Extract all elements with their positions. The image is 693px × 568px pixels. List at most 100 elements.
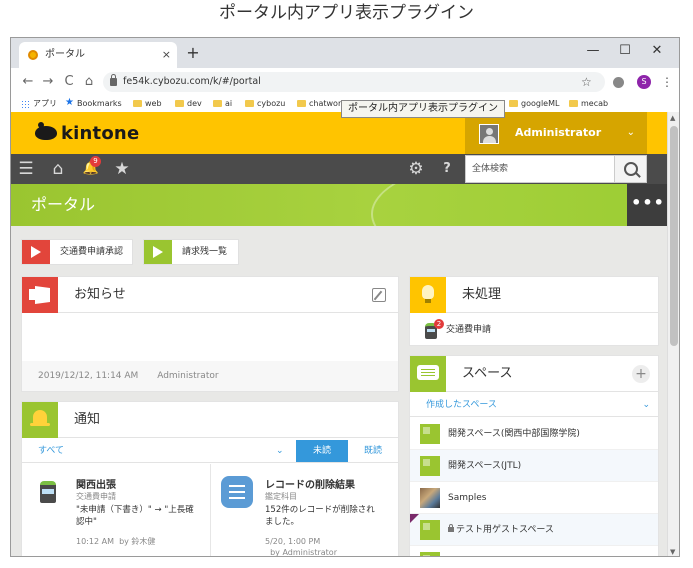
scroll-down-icon[interactable]: ▼ (670, 548, 675, 556)
notifications-filter: すべて ⌄ 未読 既読 (22, 439, 398, 463)
kintone-logo-icon (35, 122, 57, 140)
notice-footer: 2019/12/12, 11:14 AM Administrator (22, 361, 398, 391)
global-nav: ☰ ⌂ 🔔 9 ★ ⚙ ? 全体検索 (11, 154, 669, 184)
extension-icon[interactable] (613, 77, 624, 88)
apps-grid-icon (21, 100, 29, 108)
app-button-billing-list[interactable]: 請求残一覧 (143, 239, 239, 265)
space-item-guest[interactable]: テスト用ゲストスペース (410, 514, 658, 546)
bookmark-apps[interactable]: アプリ (21, 96, 57, 112)
back-icon[interactable]: ← (19, 68, 37, 96)
spaces-filter[interactable]: 作成したスペース ⌄ (410, 393, 658, 417)
tab-title: ポータル (45, 49, 85, 60)
add-space-button[interactable]: + (632, 365, 650, 383)
browser-toolbar: ← → C ⌂ fe54k.cybozu.com/k/#/portal ☆ S … (11, 68, 679, 96)
folder-icon (213, 100, 222, 107)
help-icon[interactable]: ? (436, 154, 458, 184)
folder-icon (569, 100, 578, 107)
edit-icon[interactable] (372, 288, 386, 302)
bookmark-folder[interactable]: chatwork (297, 96, 346, 112)
folder-icon (133, 100, 142, 107)
todo-item-travel[interactable]: 2 交通費申請 (424, 319, 491, 339)
portal-banner: ポータル ••• (11, 184, 669, 226)
scrollbar-thumb[interactable] (670, 126, 678, 346)
bookmark-bookmarks[interactable]: ★ Bookmarks (65, 96, 122, 112)
space-item[interactable] (410, 546, 658, 556)
space-thumbnail (420, 552, 440, 556)
close-window-icon[interactable]: ✕ (641, 40, 673, 64)
space-item[interactable]: Samples (410, 482, 658, 514)
bookmark-folder[interactable]: mecab (569, 96, 608, 112)
bookmark-folder[interactable]: cybozu (245, 96, 285, 112)
filter-dropdown[interactable]: すべて (38, 439, 64, 463)
minimize-icon[interactable]: — (577, 40, 609, 64)
browser-menu-icon[interactable]: ⋮ (661, 68, 673, 96)
notification-item[interactable]: レコードの削除結果 鑑定科目 152件のレコードが削除されました。 5/20, … (211, 464, 400, 556)
scroll-up-icon[interactable]: ▲ (670, 114, 675, 122)
read-tab[interactable]: 既読 (348, 440, 398, 462)
kintone-logo[interactable]: kintone (35, 122, 139, 144)
todo-count-badge: 2 (434, 319, 444, 329)
space-speech-icon (410, 356, 446, 392)
megaphone-icon (22, 277, 58, 313)
play-icon (22, 240, 50, 264)
notification-badge: 9 (90, 156, 101, 167)
search-icon[interactable] (615, 155, 647, 183)
browser-tab[interactable]: ポータル × (19, 42, 177, 68)
kintone-portal-page: kintone Administrator ⌄ ☰ ⌂ 🔔 9 ★ ⚙ ? 全体… (11, 112, 669, 556)
lock-icon (110, 74, 117, 86)
profile-avatar[interactable]: S (637, 75, 651, 89)
tab-close-icon[interactable]: × (162, 42, 171, 68)
play-icon (144, 240, 172, 264)
tooltip: ポータル内アプリ表示プラグイン (341, 100, 505, 118)
bookmark-folder[interactable]: web (133, 96, 162, 112)
browser-titlebar: ポータル × + — ☐ ✕ (11, 38, 679, 68)
chevron-down-icon: ⌄ (642, 400, 650, 410)
banner-decoration (371, 184, 669, 226)
maximize-icon[interactable]: ☐ (609, 40, 641, 64)
folder-icon (509, 100, 518, 107)
notification-item[interactable]: 関西出張 交通費申請 "未申請（下書き）" → "上長確認中" 10:12 AM… (22, 464, 210, 556)
url-text: fe54k.cybozu.com/k/#/portal (123, 76, 261, 87)
address-bar[interactable]: fe54k.cybozu.com/k/#/portal (103, 72, 605, 92)
notice-author: Administrator (157, 371, 219, 381)
notifications-header: 通知 (22, 402, 398, 438)
forward-icon[interactable]: → (39, 68, 57, 96)
menu-icon[interactable]: ☰ (15, 154, 37, 184)
home-icon[interactable]: ⌂ (80, 68, 98, 96)
favorites-star-icon[interactable]: ★ (111, 154, 133, 184)
star-icon: ★ (65, 97, 74, 108)
user-name: Administrator (515, 126, 602, 139)
figure-caption: ポータル内アプリ表示プラグイン (219, 3, 474, 23)
notice-date: 2019/12/12, 11:14 AM (38, 371, 139, 381)
space-item[interactable]: 開発スペース(関西中部国際学院) (410, 418, 658, 450)
bell-icon (22, 402, 58, 438)
page-scrollbar[interactable]: ▲ ▼ (667, 112, 679, 556)
new-tab-icon[interactable]: + (183, 43, 203, 63)
app-button-travel-approval[interactable]: 交通費申請承認 (21, 239, 133, 265)
list-app-icon (221, 476, 253, 508)
chevron-down-icon[interactable]: ⌄ (276, 439, 284, 463)
spaces-panel: スペース + 作成したスペース ⌄ 開発スペース(関西中部国際学院) 開発スペー… (409, 355, 659, 556)
more-options-button[interactable]: ••• (627, 184, 669, 226)
folder-icon (175, 100, 184, 107)
spaces-title: スペース (462, 366, 513, 381)
bookmark-folder[interactable]: ai (213, 96, 232, 112)
browser-window: ポータル × + — ☐ ✕ ← → C ⌂ fe54k.cybozu.com/… (10, 37, 680, 557)
bookmark-star-icon[interactable]: ☆ (581, 72, 592, 92)
home-icon[interactable]: ⌂ (47, 154, 69, 184)
global-search-input[interactable]: 全体検索 (465, 155, 615, 183)
notifications-panel: 通知 すべて ⌄ 未読 既読 関西出張 交通費申請 "未申請（下書き）" → "… (21, 401, 400, 556)
window-controls: — ☐ ✕ (577, 40, 673, 64)
space-item[interactable]: 開発スペース(JTL) (410, 450, 658, 482)
lightbulb-icon (410, 277, 446, 313)
reload-icon[interactable]: C (60, 68, 78, 96)
user-menu[interactable]: Administrator ⌄ (465, 112, 647, 154)
unread-tab[interactable]: 未読 (296, 440, 348, 462)
gear-icon[interactable]: ⚙ (405, 154, 427, 184)
bookmark-folder[interactable]: googleML (509, 96, 559, 112)
folder-icon (245, 100, 254, 107)
todo-panel: 未処理 2 交通費申請 (409, 276, 659, 346)
bookmark-folder[interactable]: dev (175, 96, 202, 112)
space-thumbnail (420, 456, 440, 476)
lock-icon (448, 524, 454, 532)
